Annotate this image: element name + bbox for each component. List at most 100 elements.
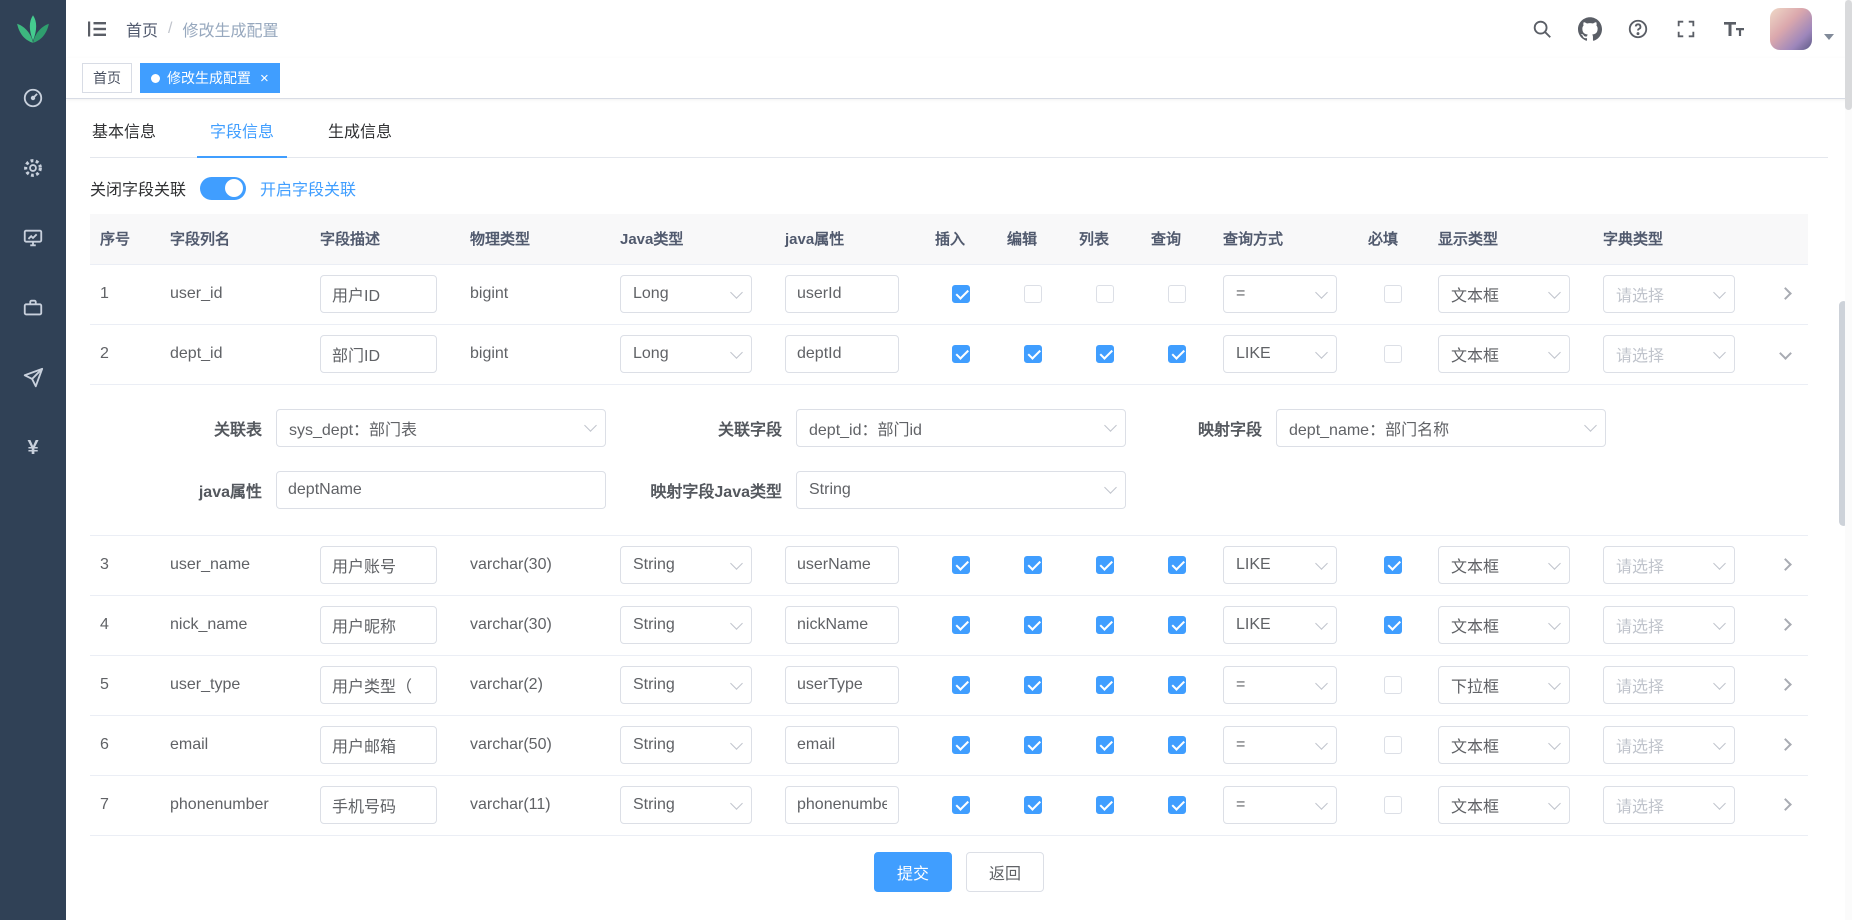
- gear-icon[interactable]: [21, 156, 45, 180]
- help-icon[interactable]: [1626, 17, 1650, 41]
- edit-checkbox[interactable]: [1024, 616, 1042, 634]
- submit-button[interactable]: 提交: [874, 852, 952, 892]
- relation-field-select[interactable]: dept_id：部门id: [796, 409, 1126, 447]
- expand-row-icon[interactable]: [1779, 287, 1792, 300]
- close-icon[interactable]: ×: [260, 71, 269, 86]
- app-logo[interactable]: [0, 0, 66, 62]
- field-description-input[interactable]: [320, 335, 437, 373]
- java-attribute-input[interactable]: [785, 546, 899, 584]
- caret-down-icon[interactable]: [1824, 34, 1834, 40]
- font-size-icon[interactable]: [1722, 17, 1746, 41]
- field-relation-toggle[interactable]: [200, 177, 246, 200]
- display-type-select[interactable]: 文本框: [1438, 546, 1570, 584]
- list-checkbox[interactable]: [1096, 736, 1114, 754]
- insert-checkbox[interactable]: [952, 556, 970, 574]
- relation-table-select[interactable]: sys_dept：部门表: [276, 409, 606, 447]
- user-avatar[interactable]: [1770, 8, 1812, 50]
- java-type-select[interactable]: String: [620, 786, 752, 824]
- edit-checkbox[interactable]: [1024, 736, 1042, 754]
- fullscreen-icon[interactable]: [1674, 17, 1698, 41]
- dict-type-select[interactable]: 请选择: [1603, 606, 1735, 644]
- query-checkbox[interactable]: [1168, 556, 1186, 574]
- back-button[interactable]: 返回: [966, 852, 1044, 892]
- field-description-input[interactable]: [320, 546, 437, 584]
- java-attribute-input[interactable]: [785, 606, 899, 644]
- edit-checkbox[interactable]: [1024, 796, 1042, 814]
- edit-checkbox[interactable]: [1024, 345, 1042, 363]
- display-type-select[interactable]: 文本框: [1438, 786, 1570, 824]
- query-checkbox[interactable]: [1168, 676, 1186, 694]
- edit-checkbox[interactable]: [1024, 556, 1042, 574]
- query-checkbox[interactable]: [1168, 796, 1186, 814]
- edit-checkbox[interactable]: [1024, 676, 1042, 694]
- query-checkbox[interactable]: [1168, 736, 1186, 754]
- query-type-select[interactable]: =: [1223, 726, 1337, 764]
- expand-row-icon[interactable]: [1779, 798, 1792, 811]
- insert-checkbox[interactable]: [952, 616, 970, 634]
- required-checkbox[interactable]: [1384, 676, 1402, 694]
- insert-checkbox[interactable]: [952, 796, 970, 814]
- search-icon[interactable]: [1530, 17, 1554, 41]
- yen-icon[interactable]: ¥: [21, 436, 45, 460]
- query-type-select[interactable]: LIKE: [1223, 546, 1337, 584]
- query-type-select[interactable]: =: [1223, 786, 1337, 824]
- dict-type-select[interactable]: 请选择: [1603, 666, 1735, 704]
- java-type-select[interactable]: Long: [620, 275, 752, 313]
- tag-edit-gen-config[interactable]: 修改生成配置 ×: [140, 63, 280, 93]
- dict-type-select[interactable]: 请选择: [1603, 335, 1735, 373]
- java-attribute-input[interactable]: [785, 335, 899, 373]
- detail-java-attr-input[interactable]: [276, 471, 606, 509]
- query-checkbox[interactable]: [1168, 285, 1186, 303]
- list-checkbox[interactable]: [1096, 796, 1114, 814]
- java-attribute-input[interactable]: [785, 786, 899, 824]
- query-type-select[interactable]: LIKE: [1223, 606, 1337, 644]
- required-checkbox[interactable]: [1384, 345, 1402, 363]
- required-checkbox[interactable]: [1384, 736, 1402, 754]
- collapse-row-icon[interactable]: [1779, 347, 1792, 360]
- insert-checkbox[interactable]: [952, 285, 970, 303]
- sidebar-collapse-icon[interactable]: [84, 16, 110, 42]
- java-type-select[interactable]: Long: [620, 335, 752, 373]
- dict-type-select[interactable]: 请选择: [1603, 546, 1735, 584]
- list-checkbox[interactable]: [1096, 285, 1114, 303]
- field-description-input[interactable]: [320, 786, 437, 824]
- edit-checkbox[interactable]: [1024, 285, 1042, 303]
- dict-type-select[interactable]: 请选择: [1603, 726, 1735, 764]
- java-type-select[interactable]: String: [620, 726, 752, 764]
- field-description-input[interactable]: [320, 726, 437, 764]
- display-type-select[interactable]: 文本框: [1438, 275, 1570, 313]
- github-icon[interactable]: [1578, 17, 1602, 41]
- page-scrollbar[interactable]: [1845, 0, 1852, 920]
- tab-basic-info[interactable]: 基本信息: [90, 111, 183, 157]
- dict-type-select[interactable]: 请选择: [1603, 275, 1735, 313]
- map-java-type-select[interactable]: String: [796, 471, 1126, 509]
- briefcase-icon[interactable]: [21, 296, 45, 320]
- display-type-select[interactable]: 文本框: [1438, 606, 1570, 644]
- query-checkbox[interactable]: [1168, 616, 1186, 634]
- dict-type-select[interactable]: 请选择: [1603, 786, 1735, 824]
- page-scrollbar-thumb[interactable]: [1845, 0, 1852, 110]
- tag-home[interactable]: 首页: [82, 63, 132, 93]
- field-description-input[interactable]: [320, 606, 437, 644]
- query-type-select[interactable]: LIKE: [1223, 335, 1337, 373]
- list-checkbox[interactable]: [1096, 556, 1114, 574]
- list-checkbox[interactable]: [1096, 676, 1114, 694]
- expand-row-icon[interactable]: [1779, 678, 1792, 691]
- java-attribute-input[interactable]: [785, 666, 899, 704]
- breadcrumb-home[interactable]: 首页: [126, 17, 158, 41]
- display-type-select[interactable]: 文本框: [1438, 726, 1570, 764]
- query-checkbox[interactable]: [1168, 345, 1186, 363]
- required-checkbox[interactable]: [1384, 616, 1402, 634]
- expand-row-icon[interactable]: [1779, 558, 1792, 571]
- insert-checkbox[interactable]: [952, 676, 970, 694]
- required-checkbox[interactable]: [1384, 285, 1402, 303]
- java-type-select[interactable]: String: [620, 606, 752, 644]
- display-type-select[interactable]: 下拉框: [1438, 666, 1570, 704]
- required-checkbox[interactable]: [1384, 796, 1402, 814]
- display-type-select[interactable]: 文本框: [1438, 335, 1570, 373]
- required-checkbox[interactable]: [1384, 556, 1402, 574]
- list-checkbox[interactable]: [1096, 616, 1114, 634]
- java-type-select[interactable]: String: [620, 546, 752, 584]
- expand-row-icon[interactable]: [1779, 618, 1792, 631]
- field-description-input[interactable]: [320, 275, 437, 313]
